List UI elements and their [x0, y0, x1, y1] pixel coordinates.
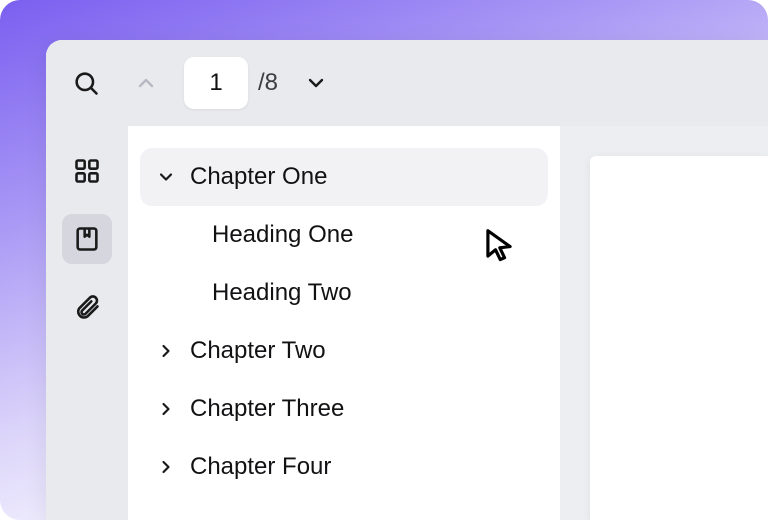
outline-item-label: Chapter One	[190, 163, 327, 191]
outline-item-label: Chapter Three	[190, 395, 344, 423]
thumbnails-button[interactable]	[62, 146, 112, 196]
chevron-right-icon	[156, 457, 176, 477]
chevron-right-icon	[156, 341, 176, 361]
outline-button[interactable]	[62, 214, 112, 264]
outline-item-heading-two[interactable]: Heading Two	[140, 264, 548, 322]
outline-item-chapter-one[interactable]: Chapter One	[140, 148, 548, 206]
previous-page-button[interactable]	[124, 61, 168, 105]
chevron-down-icon	[304, 71, 328, 95]
bookmark-icon	[73, 225, 101, 253]
chevron-up-icon	[134, 71, 158, 95]
outline-item-chapter-two[interactable]: Chapter Two	[140, 322, 548, 380]
app-window: /8	[46, 40, 768, 520]
search-button[interactable]	[64, 61, 108, 105]
toolbar: /8	[46, 40, 768, 126]
paperclip-icon	[73, 293, 101, 321]
expand-toggle[interactable]	[152, 399, 180, 419]
chevron-down-icon	[156, 167, 176, 187]
left-rail	[46, 126, 128, 520]
expand-toggle[interactable]	[152, 341, 180, 361]
outline-item-label: Chapter Four	[190, 453, 331, 481]
outline-item-label: Heading Two	[212, 279, 352, 307]
expand-toggle[interactable]	[152, 457, 180, 477]
page-content	[590, 156, 768, 520]
next-page-button[interactable]	[294, 61, 338, 105]
main-area: Chapter One Heading One Heading Two Chap…	[46, 126, 768, 520]
page-total-label: /8	[258, 69, 278, 97]
page-number-input[interactable]	[184, 57, 248, 109]
outline-item-label: Chapter Two	[190, 337, 326, 365]
search-icon	[72, 69, 100, 97]
attachments-button[interactable]	[62, 282, 112, 332]
outline-item-chapter-three[interactable]: Chapter Three	[140, 380, 548, 438]
page-navigator: /8	[184, 57, 278, 109]
outline-item-chapter-four[interactable]: Chapter Four	[140, 438, 548, 496]
background-gradient: /8	[0, 0, 768, 520]
chevron-right-icon	[156, 399, 176, 419]
outline-panel: Chapter One Heading One Heading Two Chap…	[128, 126, 560, 520]
outline-item-heading-one[interactable]: Heading One	[140, 206, 548, 264]
document-viewport[interactable]	[560, 126, 768, 520]
grid-icon	[73, 157, 101, 185]
collapse-toggle[interactable]	[152, 167, 180, 187]
outline-item-label: Heading One	[212, 221, 353, 249]
